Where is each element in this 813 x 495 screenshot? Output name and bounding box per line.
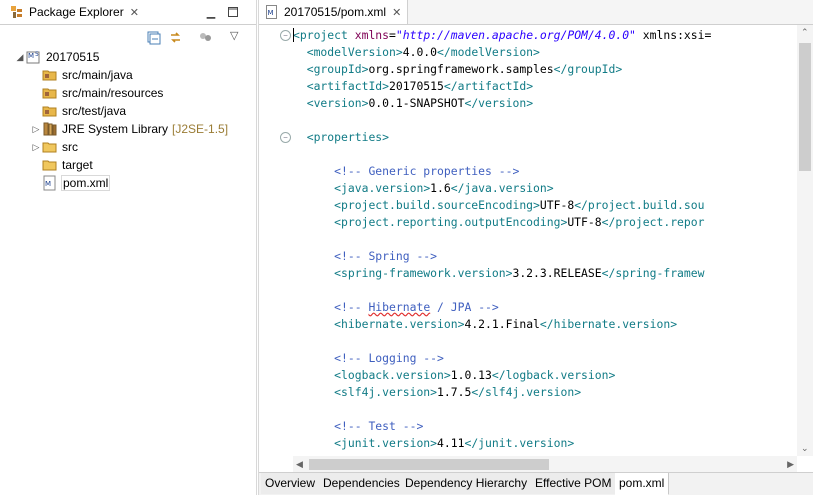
tab-effective-pom[interactable]: Effective POM — [531, 473, 617, 494]
tree-item-jre-library[interactable]: ▷ JRE System Library [J2SE-1.5] — [30, 120, 229, 138]
tab-pom-xml-source[interactable]: pom.xml — [615, 473, 670, 495]
tab-dependency-hierarchy[interactable]: Dependency Hierarchy — [401, 473, 533, 494]
code-area[interactable]: <project xmlns="http://maven.apache.org/… — [293, 25, 797, 456]
tree-item-label: src/main/resources — [62, 86, 164, 100]
code-line[interactable]: <groupId>org.springframework.samples</gr… — [293, 61, 623, 78]
code-line[interactable]: <version>0.0.1-SNAPSHOT</version> — [293, 95, 533, 112]
horizontal-scrollbar[interactable]: ◀ ▶ — [293, 456, 797, 473]
tree-item-label: src — [62, 140, 78, 154]
explorer-toolbar: ▽ — [146, 30, 246, 46]
code-line[interactable]: <modelVersion>4.0.0</modelVersion> — [293, 44, 540, 61]
tree-item-src-main-resources[interactable]: src/main/resources — [30, 84, 163, 102]
package-explorer-icon — [11, 6, 22, 18]
code-line[interactable]: <junit.version>4.11</junit.version> — [293, 435, 574, 452]
close-icon[interactable]: ✕ — [392, 6, 401, 19]
tree-item-decoration: [J2SE-1.5] — [172, 122, 229, 136]
code-line[interactable]: <artifactId>20170515</artifactId> — [293, 78, 533, 95]
expand-toggle-icon[interactable]: ▷ — [30, 124, 42, 135]
tree-item-pom-xml[interactable]: M pom.xml — [30, 174, 111, 192]
editor-tabbar: M 20170515/pom.xml ✕ — [259, 0, 813, 25]
source-folder-icon — [42, 67, 58, 83]
xml-source-editor[interactable]: − − <project xmlns="http://maven.apache.… — [259, 25, 813, 456]
editor-area: M 20170515/pom.xml ✕ − − <project xmlns=… — [258, 0, 813, 495]
vertical-scrollbar[interactable]: ⌃ ⌄ — [797, 25, 813, 456]
folder-icon — [42, 157, 58, 173]
source-folder-icon — [42, 103, 58, 119]
svg-text:M: M — [28, 52, 34, 60]
folder-icon — [42, 139, 58, 155]
link-with-editor-icon[interactable] — [168, 30, 183, 45]
code-line[interactable]: <properties> — [293, 129, 389, 146]
maven-project-icon: M5 — [26, 49, 42, 65]
vertical-scroll-thumb[interactable] — [799, 43, 811, 171]
scroll-right-icon[interactable]: ▶ — [787, 459, 794, 470]
code-line[interactable]: <project.build.sourceEncoding>UTF-8</pro… — [293, 197, 704, 214]
scroll-left-icon[interactable]: ◀ — [296, 459, 303, 470]
tree-item-src[interactable]: ▷ src — [30, 138, 78, 156]
code-line[interactable]: <!-- Logging --> — [293, 350, 444, 367]
svg-text:5: 5 — [35, 51, 39, 58]
tree-item-label: 20170515 — [46, 50, 100, 64]
code-line[interactable]: <java.version>1.6</java.version> — [293, 180, 553, 197]
tree-item-src-main-java[interactable]: src/main/java — [30, 66, 133, 84]
code-line[interactable]: <!-- Hibernate / JPA --> — [293, 299, 499, 316]
scroll-down-icon[interactable]: ⌄ — [801, 443, 809, 454]
fold-toggle-icon[interactable]: − — [280, 132, 291, 143]
minimize-button[interactable]: ▁ — [204, 5, 218, 19]
code-line[interactable]: <!-- Test --> — [293, 418, 423, 435]
fold-toggle-icon[interactable]: − — [280, 30, 291, 41]
horizontal-scroll-thumb[interactable] — [309, 459, 549, 470]
package-explorer-tabbar: Package Explorer ✕ ▁ — [0, 0, 256, 25]
code-line[interactable]: <slf4j.version>1.7.5</slf4j.version> — [293, 384, 581, 401]
expand-toggle-icon[interactable]: ▷ — [30, 142, 42, 153]
pom-editor-page-tabs: Overview Dependencies Dependency Hierarc… — [259, 472, 813, 495]
scroll-up-icon[interactable]: ⌃ — [801, 27, 809, 38]
tree-item-label: JRE System Library — [62, 122, 169, 136]
close-icon[interactable]: ✕ — [130, 6, 139, 19]
xml-file-icon: M — [266, 5, 277, 19]
text-cursor — [293, 28, 294, 42]
tab-package-explorer[interactable]: Package Explorer ✕ — [4, 0, 145, 24]
library-icon — [42, 121, 58, 137]
tree-item-label: target — [62, 158, 93, 172]
tree-item-src-test-java[interactable]: src/test/java — [30, 102, 126, 120]
editor-tab-title: 20170515/pom.xml — [284, 5, 387, 19]
collapse-all-icon[interactable] — [146, 30, 161, 45]
code-line[interactable]: <project xmlns="http://maven.apache.org/… — [293, 27, 711, 44]
tree-item-label: pom.xml — [60, 175, 111, 191]
focus-icon[interactable] — [198, 30, 213, 45]
xml-file-icon: M — [42, 175, 58, 191]
code-line[interactable]: <spring-framework.version>3.2.3.RELEASE<… — [293, 265, 704, 282]
code-line[interactable]: <!-- Spring --> — [293, 248, 437, 265]
tree-item-label: src/main/java — [62, 68, 133, 82]
tab-pom-xml[interactable]: M 20170515/pom.xml ✕ — [259, 0, 409, 24]
svg-text:M: M — [45, 180, 51, 188]
code-line[interactable]: <logback.version>1.0.13</logback.version… — [293, 367, 615, 384]
tree-item-label: src/test/java — [62, 104, 127, 118]
tree-item-project[interactable]: ◢ M5 20170515 — [14, 48, 100, 66]
package-explorer-view: Package Explorer ✕ ▁ ▽ ◢ M5 20170515 src… — [0, 0, 257, 495]
svg-text:M: M — [268, 9, 274, 17]
code-line[interactable]: <hibernate.version>4.2.1.Final</hibernat… — [293, 316, 677, 333]
code-line[interactable]: <project.reporting.outputEncoding>UTF-8<… — [293, 214, 704, 231]
maximize-button[interactable] — [226, 5, 240, 19]
expand-toggle-icon[interactable]: ◢ — [14, 52, 26, 63]
tab-dependencies[interactable]: Dependencies — [319, 473, 405, 494]
source-folder-icon — [42, 85, 58, 101]
tree-item-target[interactable]: target — [30, 156, 93, 174]
package-explorer-title: Package Explorer — [29, 5, 124, 19]
code-line[interactable]: <!-- Generic properties --> — [293, 163, 519, 180]
editor-gutter: − − — [259, 25, 293, 456]
view-menu-icon[interactable]: ▽ — [230, 29, 238, 42]
tab-overview[interactable]: Overview — [261, 473, 321, 494]
